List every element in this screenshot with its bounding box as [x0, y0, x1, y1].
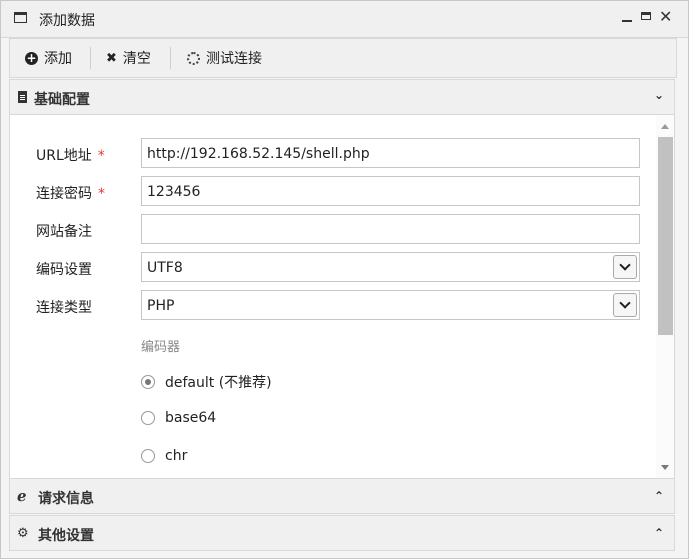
chevron-up-icon: ⌃: [653, 526, 665, 540]
vertical-scrollbar[interactable]: [656, 115, 674, 479]
required-mark: *: [97, 148, 105, 164]
encoding-select-value: UTF8: [147, 260, 183, 276]
url-label: URL地址 *: [36, 148, 105, 164]
note-input[interactable]: [141, 214, 640, 244]
radio-icon[interactable]: [141, 449, 155, 463]
type-label: 连接类型: [36, 300, 92, 316]
url-input[interactable]: http://192.168.52.145/shell.php: [141, 138, 640, 168]
add-data-window: 添加数据 ✕ + 添加 ✖ 清空 测试连接 基础配置 ⌄ URL地址 * http…: [0, 0, 689, 559]
test-connection-label: 测试连接: [206, 51, 262, 67]
window-title: 添加数据: [39, 13, 95, 29]
basic-config-panel: URL地址 * http://192.168.52.145/shell.php 连…: [9, 115, 675, 479]
toolbar-divider: [170, 47, 171, 69]
encoder-option-base64[interactable]: base64: [141, 410, 216, 426]
times-icon: ✖: [106, 50, 117, 66]
spinner-icon: [187, 51, 200, 65]
minimize-icon[interactable]: [621, 9, 634, 25]
type-select[interactable]: PHP: [141, 290, 640, 320]
type-select-value: PHP: [147, 298, 175, 314]
note-label: 网站备注: [36, 224, 92, 240]
encoder-option-label: chr: [165, 448, 188, 464]
plus-circle-icon: +: [25, 50, 38, 65]
encoder-option-default[interactable]: default (不推荐): [141, 372, 272, 392]
close-icon[interactable]: ✕: [659, 9, 672, 25]
password-label: 连接密码 *: [36, 186, 105, 202]
encoding-select[interactable]: UTF8: [141, 252, 640, 282]
toolbar: + 添加 ✖ 清空 测试连接: [9, 38, 677, 78]
clear-button[interactable]: ✖ 清空: [106, 39, 151, 77]
radio-selected-icon[interactable]: [141, 375, 155, 389]
e-logo-icon: ℯ: [17, 487, 27, 505]
required-mark: *: [98, 186, 105, 202]
add-button[interactable]: + 添加: [25, 39, 72, 77]
chevron-down-icon[interactable]: [613, 293, 637, 317]
section-request-header[interactable]: ℯ 请求信息 ⌃: [9, 478, 675, 514]
clear-button-label: 清空: [122, 51, 151, 67]
section-basic-title: 基础配置: [34, 92, 90, 108]
test-connection-button[interactable]: 测试连接: [187, 39, 262, 77]
scroll-up-icon[interactable]: [661, 124, 669, 129]
radio-icon[interactable]: [141, 411, 155, 425]
toolbar-divider: [90, 47, 91, 69]
password-input[interactable]: 123456: [141, 176, 640, 206]
chevron-up-icon: ⌃: [653, 489, 665, 503]
window-icon: [14, 12, 27, 23]
chevron-down-icon: ⌄: [653, 88, 665, 102]
encoder-option-label: base64: [165, 410, 217, 426]
title-bar: 添加数据 ✕: [1, 1, 688, 38]
window-controls: ✕: [621, 9, 672, 25]
file-text-icon: [18, 91, 27, 103]
encoder-option-label: default (不推荐): [165, 375, 272, 391]
section-basic-header[interactable]: 基础配置 ⌄: [9, 79, 675, 115]
scrollbar-thumb[interactable]: [658, 137, 673, 335]
cogs-icon: ⚙: [17, 526, 29, 541]
encoder-label: 编码器: [141, 340, 181, 355]
section-other-title: 其他设置: [38, 528, 94, 544]
encoding-label: 编码设置: [36, 262, 92, 278]
section-other-header[interactable]: ⚙ 其他设置 ⌃: [9, 515, 675, 551]
encoder-option-chr[interactable]: chr: [141, 448, 187, 464]
chevron-down-icon[interactable]: [613, 255, 637, 279]
scroll-down-icon[interactable]: [661, 465, 669, 470]
add-button-label: 添加: [44, 51, 72, 67]
section-request-title: 请求信息: [38, 491, 94, 507]
maximize-icon[interactable]: [640, 9, 653, 25]
